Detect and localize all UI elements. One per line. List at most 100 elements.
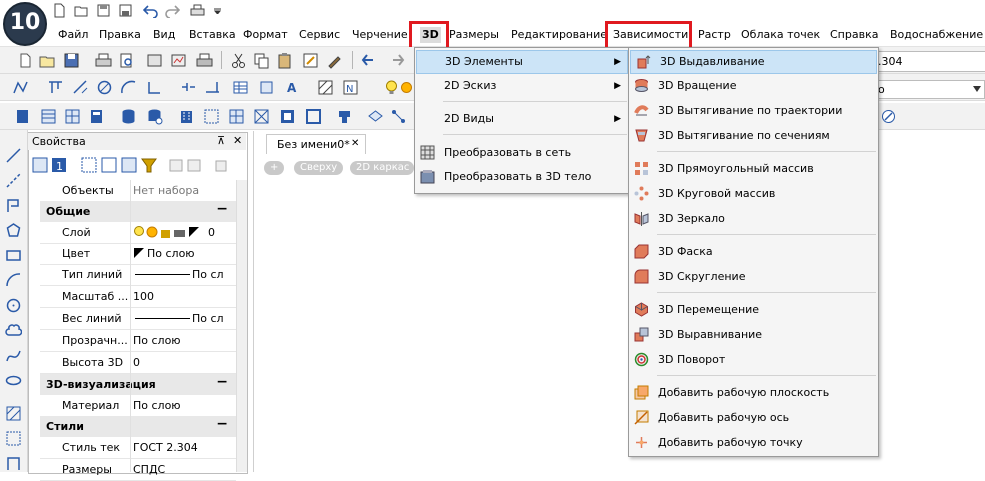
visual-style-button[interactable]: 2D каркас (350, 161, 414, 175)
circle-cross-icon[interactable] (96, 79, 113, 96)
hatch-vertical-icon[interactable] (5, 405, 22, 422)
redo-icon[interactable] (165, 3, 180, 18)
database-icon[interactable] (120, 108, 137, 125)
menu-raster[interactable]: Растр (698, 27, 731, 43)
hatch-icon[interactable] (317, 79, 334, 96)
menu3d-item-2d-sketch[interactable]: 2D Эскиз ▶ (415, 75, 627, 97)
properties-scrollbar[interactable] (236, 180, 247, 472)
break-icon[interactable] (180, 79, 197, 96)
save-icon[interactable] (63, 52, 80, 69)
menu3d-item-convert-to-mesh[interactable]: Преобразовать в сеть (415, 142, 627, 164)
submenu-item-move[interactable]: 3D Перемещение (629, 299, 876, 321)
layers-panel-icon[interactable] (14, 108, 31, 125)
block-icon[interactable] (258, 79, 275, 96)
submenu-item-add-work-plane[interactable]: Добавить рабочую плоскость (629, 382, 876, 404)
property-transparency[interactable]: Прозрачн... По слою (40, 330, 236, 352)
property-layer[interactable]: Слой 0 (40, 222, 236, 244)
property-height3d[interactable]: Высота 3D 0 (40, 352, 236, 374)
redo-toolbar-icon[interactable] (388, 52, 405, 69)
spline-icon[interactable] (5, 347, 22, 364)
quick-access-dropdown-icon[interactable] (214, 8, 221, 14)
menu-format[interactable]: Формат (243, 27, 288, 43)
preview-icon[interactable] (118, 52, 135, 69)
settings-pen-icon[interactable] (880, 108, 897, 125)
menu-help[interactable]: Справка (830, 27, 878, 43)
copy-icon[interactable] (253, 52, 270, 69)
menu-modify[interactable]: Редактирование (511, 27, 607, 43)
ellipse-icon[interactable] (5, 372, 22, 389)
polyline-vertical-icon[interactable] (5, 197, 22, 214)
property-linetype[interactable]: Тип линий По сл (40, 264, 236, 286)
property-color[interactable]: Цвет По слою (40, 243, 236, 265)
cut-icon[interactable] (230, 52, 247, 69)
circle-icon[interactable] (5, 297, 22, 314)
print-icon[interactable] (190, 3, 205, 18)
menu-file[interactable]: Файл (58, 27, 88, 43)
save-all-icon[interactable] (118, 3, 133, 18)
menu-water-supply[interactable]: Водоснабжение (890, 27, 983, 43)
menu3d-item-3d-elements[interactable]: 3D Элементы ▶ (416, 50, 628, 74)
submenu-item-revolve[interactable]: 3D Вращение (629, 75, 876, 97)
submenu-item-rotate[interactable]: 3D Поворот (629, 349, 876, 371)
text-icon[interactable]: A (284, 79, 301, 96)
group-general[interactable]: Общие − (40, 201, 236, 222)
mtext-icon[interactable]: N (342, 79, 359, 96)
submenu-item-rectangular-array[interactable]: 3D Прямоугольный массив (629, 158, 876, 180)
extend-icon[interactable] (204, 79, 221, 96)
rectangle-icon[interactable] (5, 247, 22, 264)
save-icon[interactable] (96, 3, 111, 18)
polygon-icon[interactable] (5, 222, 22, 239)
trim-icon[interactable] (146, 79, 163, 96)
undo-toolbar-icon[interactable] (361, 52, 378, 69)
region-icon[interactable] (5, 430, 22, 447)
menu3d-item-convert-to-solid[interactable]: Преобразовать в 3D тело (415, 166, 627, 188)
grid-select-icon[interactable] (228, 108, 245, 125)
property-material[interactable]: Материал По слою (40, 395, 236, 417)
menu-view[interactable]: Вид (153, 27, 175, 43)
document-tab[interactable]: Без имени0* ✕ (266, 134, 366, 154)
select-objects-icon[interactable]: 1 (32, 157, 72, 173)
style-combobox[interactable]: .304 (877, 51, 985, 72)
viewport-menu-button[interactable]: + (264, 161, 285, 175)
align-icon[interactable] (47, 79, 64, 96)
select-window-icon[interactable] (203, 108, 220, 125)
open-folder-icon[interactable] (74, 3, 89, 18)
group-3d-visualization[interactable]: 3D-визуализация − (40, 374, 236, 395)
properties-misc-icon[interactable] (168, 157, 234, 173)
calculator-icon[interactable] (88, 108, 105, 125)
open-icon[interactable] (39, 52, 56, 69)
polyline-icon[interactable] (12, 79, 29, 96)
revcloud-icon[interactable] (5, 322, 22, 339)
app-logo[interactable]: 10 (3, 2, 47, 46)
submenu-item-align[interactable]: 3D Выравнивание (629, 324, 876, 346)
property-dimstyle[interactable]: Размеры СПДС (40, 459, 236, 481)
network-icon[interactable] (390, 108, 407, 125)
arc-icon[interactable] (120, 79, 137, 96)
stamp-icon[interactable] (336, 108, 353, 125)
property-textstyle[interactable]: Стиль тек ГОСТ 2.304 (40, 437, 236, 459)
layer-states-icon[interactable] (40, 108, 57, 125)
submenu-item-extrude[interactable]: 3D Выдавливание (630, 50, 877, 74)
new-icon[interactable] (17, 52, 34, 69)
building-icon[interactable] (178, 108, 195, 125)
submenu-item-mirror[interactable]: 3D Зеркало (629, 208, 876, 230)
layer-tool-icon[interactable] (367, 108, 384, 125)
sun-icon[interactable] (398, 79, 415, 96)
publish-icon[interactable] (146, 52, 163, 69)
group-styles[interactable]: Стили − (40, 416, 236, 437)
menu-draw[interactable]: Черчение (352, 27, 408, 43)
plot-icon[interactable] (170, 52, 187, 69)
boundary-icon[interactable] (5, 455, 22, 472)
line-icon[interactable] (5, 147, 22, 164)
layer-grid-icon[interactable] (64, 108, 81, 125)
arc-vertical-icon[interactable] (5, 272, 22, 289)
batch-plot-icon[interactable] (196, 52, 213, 69)
table-icon[interactable] (232, 79, 249, 96)
submenu-item-add-work-axis[interactable]: Добавить рабочую ось (629, 407, 876, 429)
menu-dimensions[interactable]: Размеры (449, 27, 499, 43)
database-link-icon[interactable] (146, 108, 163, 125)
brush-icon[interactable] (326, 52, 343, 69)
submenu-item-add-work-point[interactable]: Добавить рабочую точку (629, 432, 876, 454)
menu-insert[interactable]: Вставка (189, 27, 236, 43)
new-file-icon[interactable] (52, 3, 67, 18)
